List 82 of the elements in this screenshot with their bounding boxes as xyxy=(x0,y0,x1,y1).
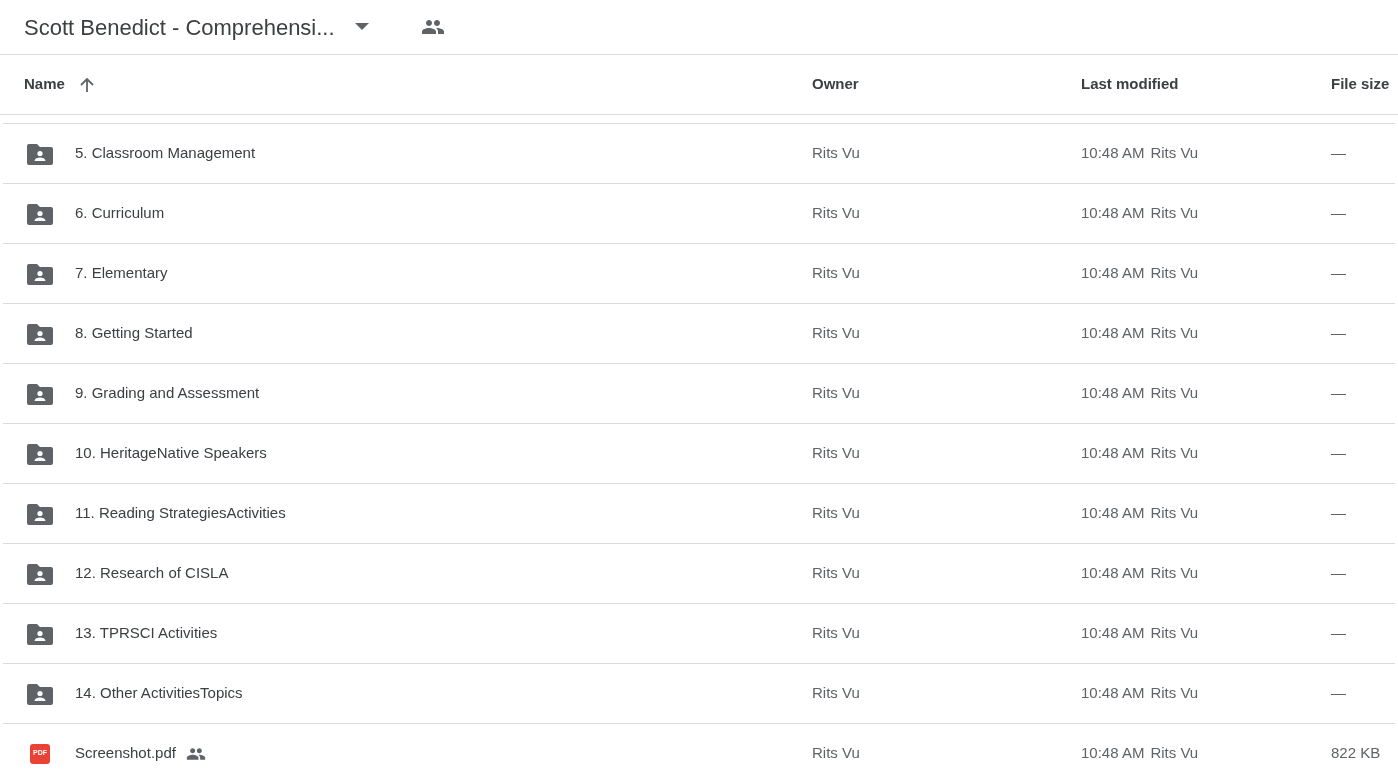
file-row[interactable]: 6. Curriculum Rits Vu 10:48 AM Rits Vu — xyxy=(3,184,1395,244)
shared-folder-icon xyxy=(27,142,53,165)
file-size: — xyxy=(1331,264,1346,282)
modified-by: Rits Vu xyxy=(1150,143,1199,164)
shared-folder-icon xyxy=(27,502,53,525)
file-name: 7. Elementary xyxy=(75,263,168,284)
owner-name: Rits Vu xyxy=(812,204,860,222)
file-size: — xyxy=(1331,624,1346,642)
file-row[interactable]: 11. Reading StrategiesActivities Rits Vu 10:48 AM Rits Vu — xyxy=(3,484,1395,544)
column-header[interactable]: Last modified xyxy=(1081,73,1179,96)
modified-time: 10:48 AM xyxy=(1081,203,1145,224)
file-size: — xyxy=(1331,564,1346,582)
file-name: 6. Curriculum xyxy=(75,203,165,224)
file-name: 5. Classroom Management xyxy=(75,143,256,164)
file-row[interactable]: 12. Research of CISLA Rits Vu 10:48 AM Rits Vu — xyxy=(3,544,1395,604)
modified-by: Rits Vu xyxy=(1150,323,1199,344)
column-header[interactable]: Name xyxy=(24,73,65,96)
file-row[interactable]: 14. Other ActivitiesTopics Rits Vu 10:48 AM Rits Vu — xyxy=(3,664,1395,724)
folder-title-button[interactable]: Scott Benedict - Comprehensi... xyxy=(24,10,377,44)
shared-folder-icon xyxy=(27,622,53,645)
modified-by: Rits Vu xyxy=(1150,203,1199,224)
modified-time: 10:48 AM xyxy=(1081,563,1145,584)
file-name: 8. Getting Started xyxy=(75,323,193,344)
shared-folder-icon xyxy=(27,262,53,285)
shared-folder-icon xyxy=(27,562,53,585)
file-name: 11. Reading StrategiesActivities xyxy=(75,503,286,524)
owner-name: Rits Vu xyxy=(812,624,860,642)
file-name: 12. Research of CISLA xyxy=(75,563,229,584)
file-name: 14. Other ActivitiesTopics xyxy=(75,683,243,704)
file-size: — xyxy=(1331,204,1346,222)
modified-time: 10:48 AM xyxy=(1081,383,1145,404)
modified-by: Rits Vu xyxy=(1150,383,1199,404)
modified-time: 10:48 AM xyxy=(1081,143,1145,164)
owner-name: Rits Vu xyxy=(812,504,860,522)
file-size: — xyxy=(1331,684,1346,702)
modified-time: 10:48 AM xyxy=(1081,443,1145,464)
file-size: 822 KB xyxy=(1331,744,1381,762)
modified-by: Rits Vu xyxy=(1150,563,1199,584)
modified-by: Rits Vu xyxy=(1150,443,1199,464)
modified-time: 10:48 AM xyxy=(1081,323,1145,344)
modified-by: Rits Vu xyxy=(1150,503,1199,524)
owner-name: Rits Vu xyxy=(812,324,860,342)
file-size: — xyxy=(1331,504,1346,522)
file-name: 9. Grading and Assessment xyxy=(75,383,260,404)
modified-by: Rits Vu xyxy=(1150,623,1199,644)
shared-folder-icon xyxy=(27,322,53,345)
owner-name: Rits Vu xyxy=(812,744,860,762)
shared-folder-icon xyxy=(27,382,53,405)
owner-name: Rits Vu xyxy=(812,684,860,702)
file-size: — xyxy=(1331,384,1346,402)
shared-folder-icon xyxy=(27,202,53,225)
dropdown-caret-icon xyxy=(354,23,369,31)
column-header[interactable]: Owner xyxy=(812,73,859,96)
file-size: — xyxy=(1331,324,1346,342)
modified-by: Rits Vu xyxy=(1150,743,1199,764)
file-row[interactable]: 5. Classroom Management Rits Vu 10:48 AM Rits Vu — xyxy=(3,124,1395,184)
file-row[interactable]: 7. Elementary Rits Vu 10:48 AM Rits Vu — xyxy=(3,244,1395,304)
file-row[interactable]: 13. TPRSCI Activities Rits Vu 10:48 AM Rits Vu — xyxy=(3,604,1395,664)
modified-by: Rits Vu xyxy=(1150,263,1199,284)
owner-name: Rits Vu xyxy=(812,564,860,582)
column-header[interactable]: File size xyxy=(1331,73,1390,96)
file-row[interactable]: 9. Grading and Assessment Rits Vu 10:48 AM Rits Vu — xyxy=(3,364,1395,424)
sort-arrow-icon[interactable] xyxy=(78,76,95,93)
modified-time: 10:48 AM xyxy=(1081,503,1145,524)
modified-time: 10:48 AM xyxy=(1081,743,1145,764)
owner-name: Rits Vu xyxy=(812,264,860,282)
modified-by: Rits Vu xyxy=(1150,683,1199,704)
modified-time: 10:48 AM xyxy=(1081,263,1145,284)
shared-folder-icon xyxy=(27,442,53,465)
file-size: — xyxy=(1331,144,1346,162)
modified-time: 10:48 AM xyxy=(1081,623,1145,644)
modified-time: 10:48 AM xyxy=(1081,683,1145,704)
shared-folder-icon xyxy=(27,682,53,705)
file-row[interactable]: 8. Getting Started Rits Vu 10:48 AM Rits Vu — xyxy=(3,304,1395,364)
owner-name: Rits Vu xyxy=(812,444,860,462)
owner-name: Rits Vu xyxy=(812,144,860,162)
file-row[interactable]: 10. HeritageNative Speakers Rits Vu 10:48 AM Rits Vu — xyxy=(3,424,1395,484)
file-name: 13. TPRSCI Activities xyxy=(75,623,218,644)
file-size: — xyxy=(1331,444,1346,462)
owner-name: Rits Vu xyxy=(812,384,860,402)
file-name: 10. HeritageNative Speakers xyxy=(75,443,267,464)
file-name: Screenshot.pdf xyxy=(75,743,176,764)
